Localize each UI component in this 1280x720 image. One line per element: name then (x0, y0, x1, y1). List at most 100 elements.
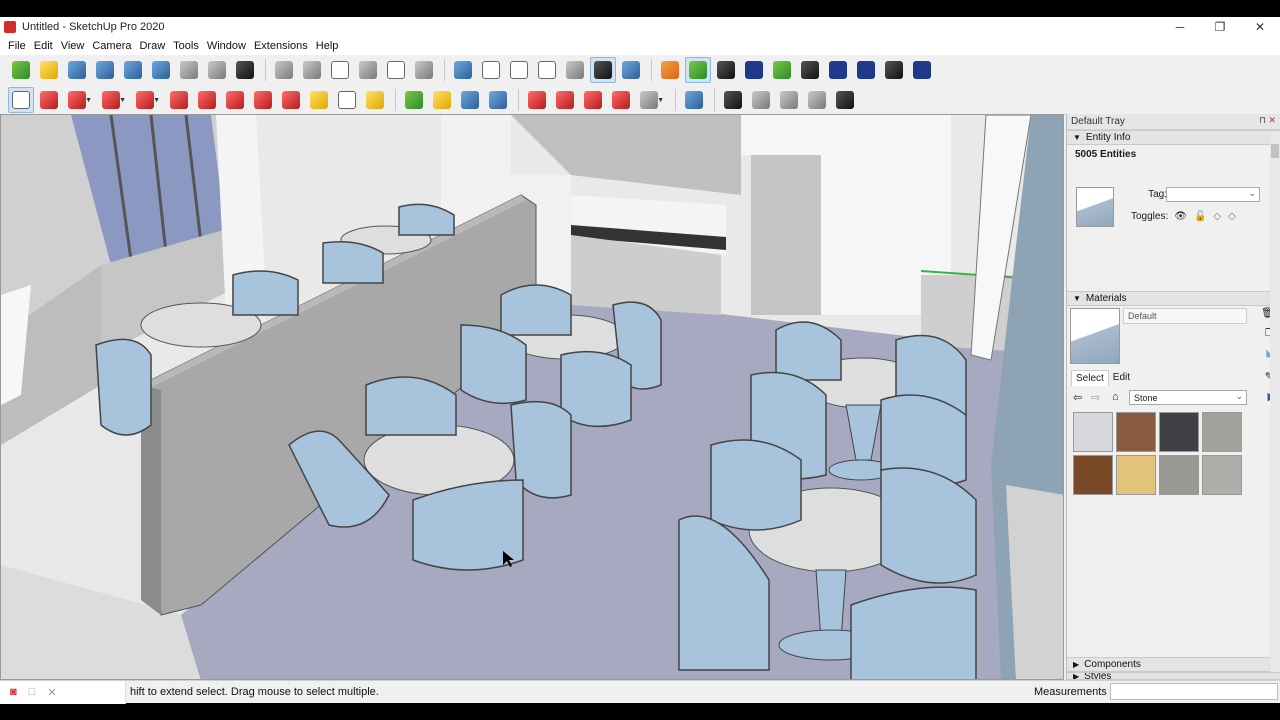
checker-button[interactable] (797, 57, 823, 83)
dropdown-arrow-icon[interactable]: ▼ (657, 97, 664, 104)
credits-icon[interactable]: □ (29, 686, 36, 698)
tree-button[interactable] (769, 57, 795, 83)
left-view-button[interactable] (411, 57, 437, 83)
pan-button[interactable] (36, 57, 62, 83)
scene-button[interactable] (776, 87, 802, 113)
close-button[interactable]: ✕ (1240, 17, 1280, 37)
scene-remove-button[interactable] (804, 87, 830, 113)
material-preview[interactable] (1070, 308, 1120, 364)
menu-help[interactable]: Help (312, 40, 343, 52)
3d-warehouse-button[interactable] (657, 57, 683, 83)
styles-header[interactable]: ▶ Styles (1067, 672, 1280, 680)
dropdown-arrow-icon[interactable]: ▼ (119, 97, 126, 104)
shaded-button[interactable] (562, 57, 588, 83)
tab-select[interactable]: Select (1071, 370, 1109, 386)
move-button[interactable] (222, 87, 248, 113)
menu-edit[interactable]: Edit (30, 40, 57, 52)
material-swatch[interactable] (1073, 455, 1113, 495)
material-swatch[interactable] (1202, 455, 1242, 495)
home-icon[interactable]: ⌂ (1112, 391, 1119, 403)
back-edges-button[interactable] (478, 57, 504, 83)
paint-bucket-button[interactable] (362, 87, 388, 113)
material-name-field[interactable]: Default (1123, 308, 1247, 324)
shaded-textures-button[interactable] (590, 57, 616, 83)
menu-tools[interactable]: Tools (169, 40, 203, 52)
tray-pin-button[interactable]: ⊓ (1259, 115, 1266, 126)
geo-location-button[interactable]: ▼ (636, 87, 664, 113)
material-swatch[interactable] (1159, 455, 1199, 495)
cloud-upload-button[interactable] (825, 57, 851, 83)
arc-button[interactable]: ▼ (98, 87, 126, 113)
ruby-button[interactable] (608, 87, 634, 113)
scene-drawing[interactable] (1, 115, 1064, 680)
measurements-input[interactable] (1110, 683, 1278, 700)
scrollbar-thumb[interactable] (1271, 144, 1279, 158)
reload-button[interactable] (685, 57, 711, 83)
menu-window[interactable]: Window (203, 40, 250, 52)
look-around-button[interactable] (204, 57, 230, 83)
monochrome-button[interactable] (618, 57, 644, 83)
walk-button[interactable] (232, 57, 258, 83)
components-header[interactable]: ▶ Components ✕ (1067, 657, 1280, 672)
zoom-button[interactable] (64, 57, 90, 83)
solid-tools-button[interactable] (524, 87, 550, 113)
wireframe-button[interactable] (506, 57, 532, 83)
materials-header[interactable]: ▼ Materials ✕ (1067, 291, 1280, 306)
entity-material-swatch[interactable] (1076, 187, 1114, 227)
iso-view-button[interactable] (271, 57, 297, 83)
scale-button[interactable] (278, 87, 304, 113)
model-viewport[interactable] (0, 114, 1064, 680)
receive-shadows-icon[interactable]: ◇ (1213, 211, 1221, 222)
hand-button[interactable] (429, 87, 455, 113)
eye-icon[interactable]: 👁 (1174, 211, 1187, 222)
material-swatch[interactable] (1116, 412, 1156, 452)
lumion-button[interactable] (681, 87, 707, 113)
layers-stack-button[interactable] (713, 57, 739, 83)
offset-button[interactable] (306, 87, 332, 113)
gear-button[interactable] (832, 87, 858, 113)
zoom-extents-button[interactable] (120, 57, 146, 83)
menu-file[interactable]: File (4, 40, 30, 52)
tab-edit[interactable]: Edit (1109, 370, 1134, 386)
menu-view[interactable]: View (57, 40, 89, 52)
rectangle-button[interactable]: ▼ (132, 87, 160, 113)
right-view-button[interactable] (355, 57, 381, 83)
forward-arrow-icon[interactable]: ⇨ (1091, 391, 1100, 404)
menu-camera[interactable]: Camera (88, 40, 135, 52)
tray-scrollbar[interactable] (1270, 132, 1280, 672)
play-button[interactable] (720, 87, 746, 113)
text-button[interactable] (334, 87, 360, 113)
material-library-dropdown[interactable]: Stone ⌄ (1129, 390, 1247, 405)
top-view-button[interactable] (299, 57, 325, 83)
previous-view-button[interactable] (148, 57, 174, 83)
sandbox-button[interactable] (552, 87, 578, 113)
cast-shadows-icon[interactable]: ◇ (1228, 211, 1236, 222)
add-location-button[interactable] (741, 57, 767, 83)
minimize-button[interactable]: ─ (1160, 17, 1200, 37)
orbit-small-button[interactable] (401, 87, 427, 113)
zoom-window-button[interactable] (92, 57, 118, 83)
push-pull-button[interactable] (166, 87, 192, 113)
material-swatch[interactable] (1159, 412, 1199, 452)
position-camera-button[interactable] (176, 57, 202, 83)
xray-button[interactable] (450, 57, 476, 83)
front-view-button[interactable] (327, 57, 353, 83)
settings-gears-button[interactable] (853, 57, 879, 83)
zoom-small-button[interactable] (457, 87, 483, 113)
material-swatch[interactable] (1073, 412, 1113, 452)
hidden-line-button[interactable] (534, 57, 560, 83)
stop-button[interactable] (748, 87, 774, 113)
dropdown-arrow-icon[interactable]: ▼ (85, 97, 92, 104)
orbit-button[interactable] (8, 57, 34, 83)
maximize-button[interactable]: ❐ (1200, 17, 1240, 37)
mail-button[interactable] (881, 57, 907, 83)
geo-location-status-icon[interactable]: ◙ (10, 686, 17, 698)
zoom-extents-small-button[interactable] (485, 87, 511, 113)
entity-info-header[interactable]: ▼ Entity Info ✕ (1067, 130, 1280, 145)
follow-me-button[interactable] (194, 87, 220, 113)
tag-dropdown[interactable]: ⌄ (1166, 187, 1260, 202)
line-button[interactable]: ▼ (64, 87, 92, 113)
select-button[interactable] (8, 86, 34, 113)
dropdown-arrow-icon[interactable]: ▼ (153, 97, 160, 104)
material-swatch[interactable] (1116, 455, 1156, 495)
